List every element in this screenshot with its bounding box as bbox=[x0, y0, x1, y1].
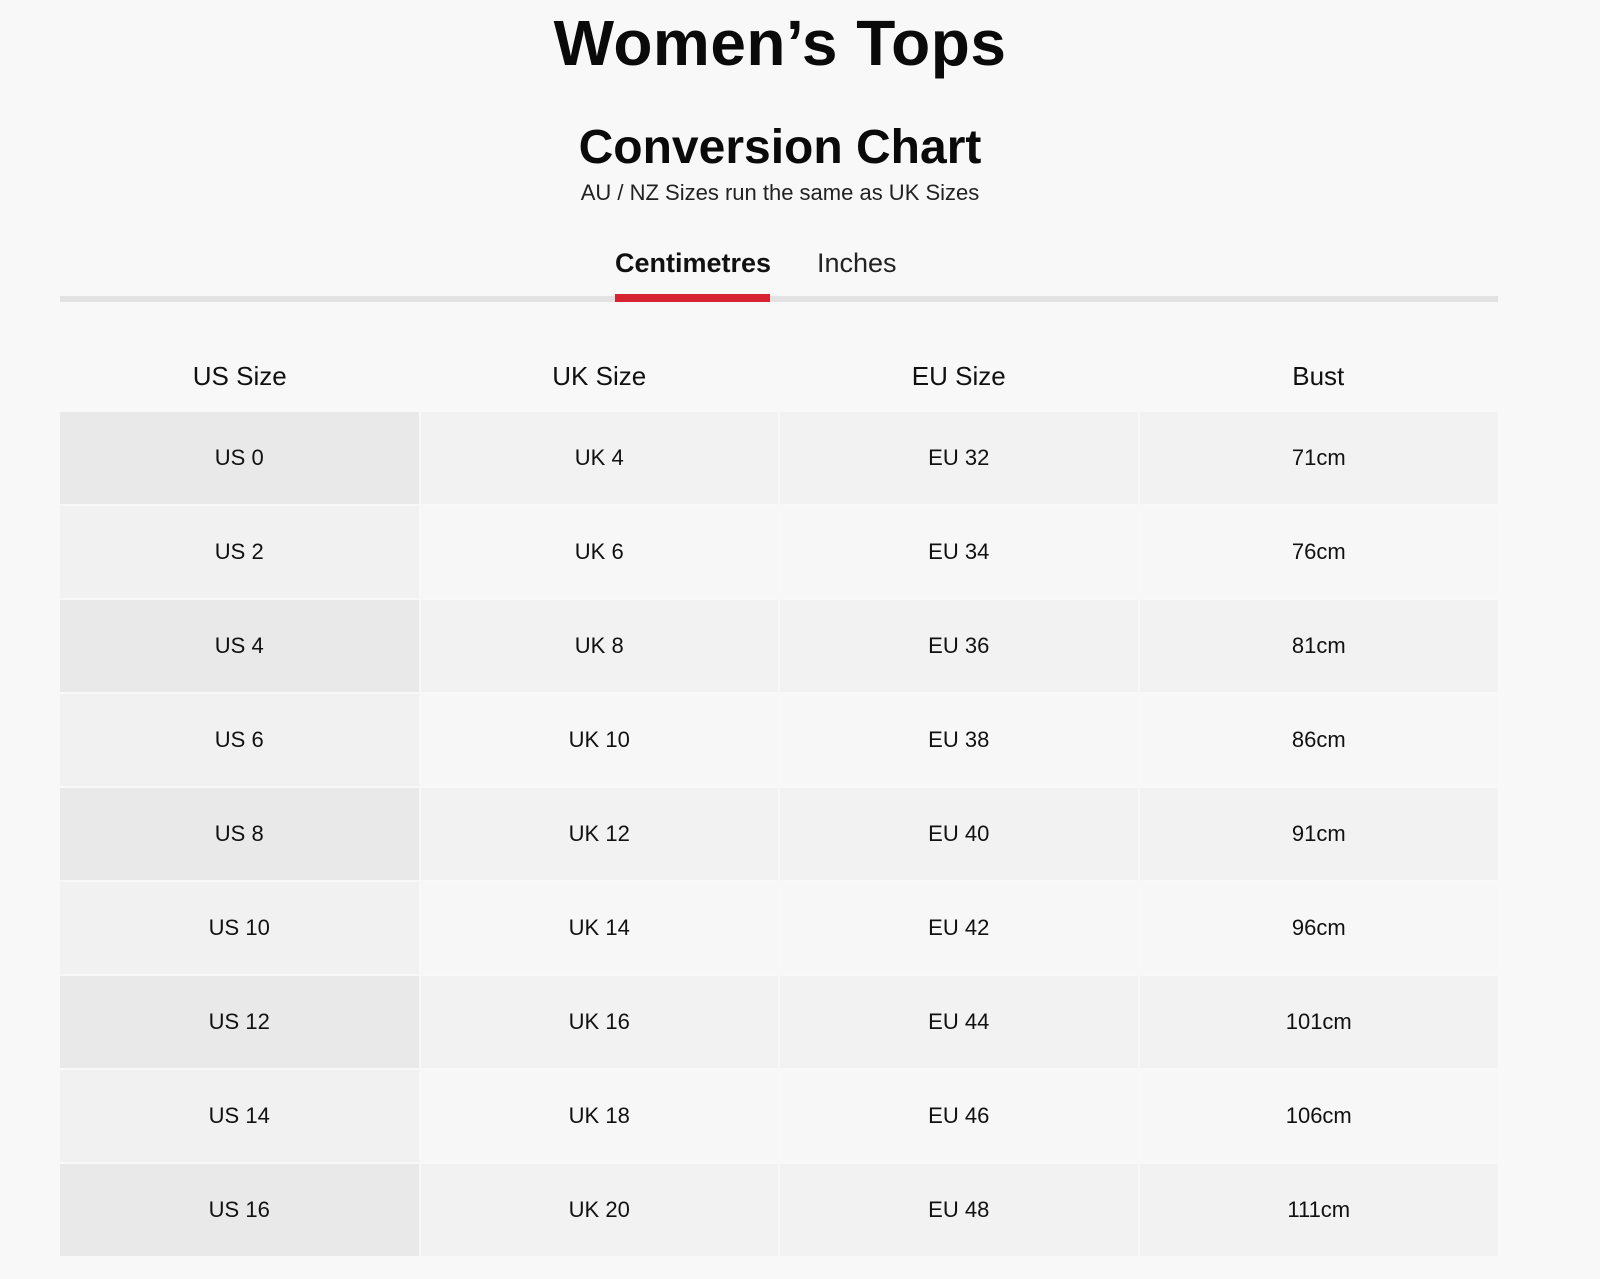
cell-eu-size: EU 38 bbox=[779, 693, 1140, 788]
header-us-size: US Size bbox=[192, 360, 287, 391]
chart-title: Conversion Chart bbox=[578, 121, 982, 174]
cell-eu-size: EU 48 bbox=[779, 1163, 1140, 1258]
active-tab-indicator bbox=[615, 294, 770, 302]
cell-eu-size: EU 32 bbox=[779, 412, 1140, 506]
cell-bust: 81cm bbox=[1138, 599, 1498, 694]
cell-uk-size: UK 20 bbox=[419, 1163, 780, 1258]
chart-subtitle: AU / NZ Sizes run the same as UK Sizes bbox=[580, 180, 980, 205]
size-conversion-table: US Size UK Size EU Size Bust US 0 UK 4 E… bbox=[60, 340, 1498, 1258]
table-row: US 4 UK 8 EU 36 81cm bbox=[60, 599, 1498, 694]
cell-us-size: US 10 bbox=[60, 881, 421, 976]
table-row: US 16 UK 20 EU 48 111cm bbox=[60, 1163, 1498, 1258]
cell-us-size: US 4 bbox=[60, 599, 421, 694]
cell-eu-size: EU 42 bbox=[779, 881, 1140, 976]
table-row: US 10 UK 14 EU 42 96cm bbox=[60, 881, 1498, 976]
cell-bust: 106cm bbox=[1138, 1069, 1498, 1164]
cell-eu-size: EU 40 bbox=[779, 787, 1140, 882]
cell-us-size: US 2 bbox=[60, 505, 421, 600]
cell-bust: 96cm bbox=[1138, 881, 1498, 976]
cell-us-size: US 12 bbox=[60, 975, 421, 1070]
table-row: US 14 UK 18 EU 46 106cm bbox=[60, 1069, 1498, 1164]
cell-uk-size: UK 14 bbox=[419, 881, 780, 976]
tabs-track bbox=[60, 296, 1498, 302]
cell-bust: 91cm bbox=[1138, 787, 1498, 882]
cell-uk-size: UK 8 bbox=[419, 599, 780, 694]
page-title: Women’s Tops bbox=[553, 7, 1007, 79]
table-row: US 8 UK 12 EU 40 91cm bbox=[60, 787, 1498, 882]
cell-eu-size: EU 34 bbox=[779, 505, 1140, 600]
cell-uk-size: UK 18 bbox=[419, 1069, 780, 1164]
cell-us-size: US 6 bbox=[60, 693, 421, 788]
cell-us-size: US 14 bbox=[60, 1069, 421, 1164]
header-uk-size: UK Size bbox=[552, 360, 647, 391]
header-bust: Bust bbox=[1292, 360, 1345, 391]
tab-inches[interactable]: Inches bbox=[817, 248, 897, 279]
cell-us-size: US 16 bbox=[60, 1163, 421, 1258]
cell-bust: 71cm bbox=[1138, 412, 1498, 506]
cell-uk-size: UK 12 bbox=[419, 787, 780, 882]
cell-eu-size: EU 36 bbox=[779, 599, 1140, 694]
cell-bust: 86cm bbox=[1138, 693, 1498, 788]
cell-uk-size: UK 6 bbox=[419, 505, 780, 600]
cell-eu-size: EU 44 bbox=[779, 975, 1140, 1070]
cell-us-size: US 0 bbox=[60, 412, 421, 506]
table-row: US 6 UK 10 EU 38 86cm bbox=[60, 693, 1498, 788]
cell-eu-size: EU 46 bbox=[779, 1069, 1140, 1164]
cell-bust: 111cm bbox=[1138, 1163, 1498, 1258]
tab-centimetres[interactable]: Centimetres bbox=[615, 248, 771, 279]
unit-tabs: Centimetres Inches bbox=[60, 240, 1498, 302]
table-row: US 12 UK 16 EU 44 101cm bbox=[60, 975, 1498, 1070]
table-header-row: US Size UK Size EU Size Bust bbox=[60, 340, 1498, 412]
cell-bust: 101cm bbox=[1138, 975, 1498, 1070]
cell-us-size: US 8 bbox=[60, 787, 421, 882]
cell-bust: 76cm bbox=[1138, 505, 1498, 600]
cell-uk-size: UK 10 bbox=[419, 693, 780, 788]
header-eu-size: EU Size bbox=[911, 360, 1006, 391]
cell-uk-size: UK 4 bbox=[419, 412, 780, 506]
cell-uk-size: UK 16 bbox=[419, 975, 780, 1070]
table-row: US 0 UK 4 EU 32 71cm bbox=[60, 412, 1498, 506]
table-row: US 2 UK 6 EU 34 76cm bbox=[60, 505, 1498, 600]
